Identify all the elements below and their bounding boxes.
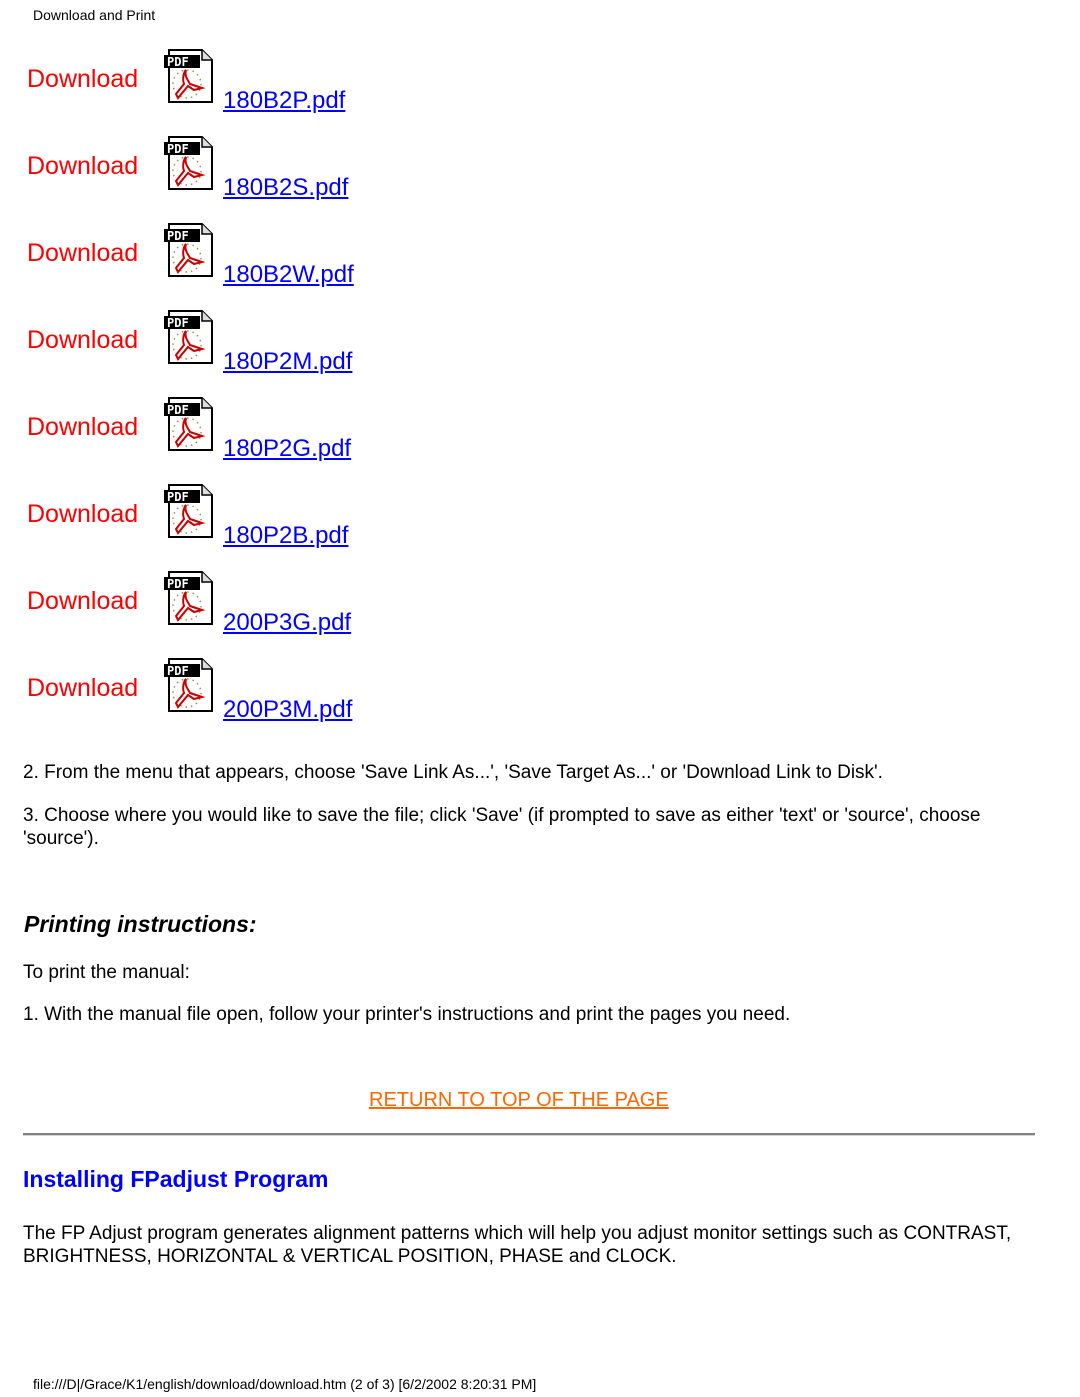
download-list: Download PDF 180B2P.pdf Download PDF 180B… [0, 44, 600, 740]
download-label[interactable]: Download [27, 65, 138, 94]
download-row: Download PDF 180B2W.pdf [0, 218, 600, 305]
printing-intro: To print the manual: [23, 962, 190, 983]
download-label[interactable]: Download [27, 239, 138, 268]
download-row: Download PDF 180B2S.pdf [0, 131, 600, 218]
pdf-file-link[interactable]: 180P2G.pdf [223, 435, 351, 463]
pdf-file-link[interactable]: 200P3G.pdf [223, 609, 351, 637]
return-to-top-link[interactable]: RETURN TO TOP OF THE PAGE [369, 1089, 669, 1112]
pdf-file-link[interactable]: 180B2P.pdf [223, 87, 345, 115]
pdf-file-link[interactable]: 180P2M.pdf [223, 348, 352, 376]
download-row: Download PDF 200P3G.pdf [0, 566, 600, 653]
instruction-step-3: 3. Choose where you would like to save t… [23, 805, 981, 849]
horizontal-divider [23, 1133, 1035, 1136]
pdf-icon[interactable]: PDF [164, 655, 214, 713]
pdf-icon[interactable]: PDF [164, 307, 214, 365]
svg-text:PDF: PDF [167, 229, 189, 243]
page-header-title: Download and Print [33, 7, 156, 23]
pdf-icon[interactable]: PDF [164, 220, 214, 278]
download-label[interactable]: Download [27, 152, 138, 181]
download-row: Download PDF 200P3M.pdf [0, 653, 600, 740]
printing-heading: Printing instructions: [24, 911, 257, 937]
pdf-icon[interactable]: PDF [164, 568, 214, 626]
download-label[interactable]: Download [27, 413, 138, 442]
download-row: Download PDF 180P2G.pdf [0, 392, 600, 479]
svg-text:PDF: PDF [167, 403, 189, 417]
svg-text:PDF: PDF [167, 55, 189, 69]
svg-text:PDF: PDF [167, 142, 189, 156]
instruction-step-2: 2. From the menu that appears, choose 'S… [23, 762, 883, 783]
printing-step-1: 1. With the manual file open, follow you… [23, 1004, 791, 1025]
download-label[interactable]: Download [27, 587, 138, 616]
download-row: Download PDF 180B2P.pdf [0, 44, 600, 131]
download-row: Download PDF 180P2M.pdf [0, 305, 600, 392]
pdf-file-link[interactable]: 180P2B.pdf [223, 522, 348, 550]
pdf-file-link[interactable]: 180B2W.pdf [223, 261, 354, 289]
pdf-file-link[interactable]: 200P3M.pdf [223, 696, 352, 724]
download-row: Download PDF 180P2B.pdf [0, 479, 600, 566]
pdf-icon[interactable]: PDF [164, 46, 214, 104]
pdf-icon[interactable]: PDF [164, 481, 214, 539]
svg-text:PDF: PDF [167, 664, 189, 678]
fpadjust-heading: Installing FPadjust Program [23, 1166, 329, 1192]
pdf-icon[interactable]: PDF [164, 133, 214, 191]
download-label[interactable]: Download [27, 326, 138, 355]
svg-text:PDF: PDF [167, 577, 189, 591]
download-label[interactable]: Download [27, 674, 138, 703]
pdf-icon[interactable]: PDF [164, 394, 214, 452]
svg-text:PDF: PDF [167, 490, 189, 504]
fpadjust-description: The FP Adjust program generates alignmen… [23, 1223, 1012, 1267]
pdf-file-link[interactable]: 180B2S.pdf [223, 174, 348, 202]
svg-text:PDF: PDF [167, 316, 189, 330]
download-label[interactable]: Download [27, 500, 138, 529]
footer-file-path: file:///D|/Grace/K1/english/download/dow… [33, 1376, 537, 1392]
